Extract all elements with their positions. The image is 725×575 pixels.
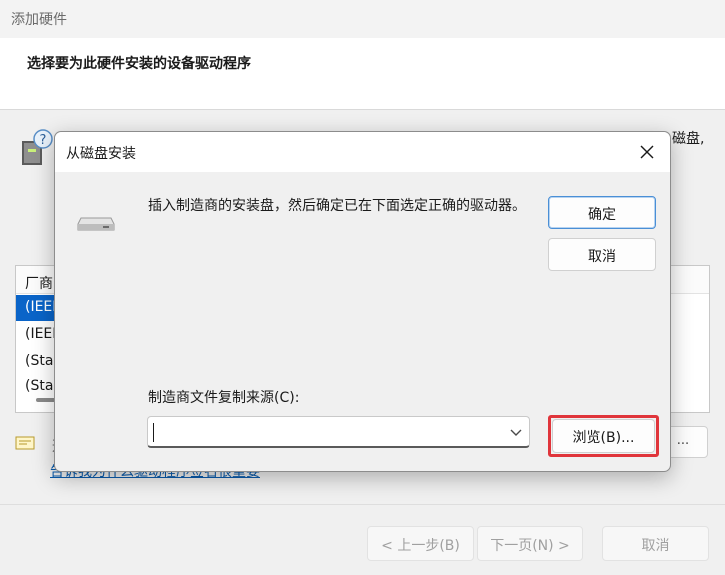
disk-drive-icon [77,217,115,231]
close-icon[interactable] [638,143,656,161]
back-button[interactable]: < 上一步(B) [367,526,474,561]
dialog-message: 插入制造商的安装盘，然后确定已在下面选定正确的驱动器。 [148,198,526,214]
source-path-input[interactable] [152,419,502,445]
driver-signed-icon [15,436,35,450]
wizard-cancel-button[interactable]: 取消 [602,526,709,561]
wizard-description-fragment: 磁盘, [672,131,705,147]
wizard-header: 选择要为此硬件安装的设备驱动程序 [0,38,725,110]
wizard-title: 添加硬件 [11,12,67,28]
svg-text:?: ? [40,133,47,148]
next-button[interactable]: 下一页(N) > [477,526,583,561]
install-from-disk-dialog: 从磁盘安装 插入制造商的安装盘，然后确定已在下面选定正确的驱动器。 确定 取消 … [54,131,671,472]
column-header-manufacturer: 厂商 [25,276,53,292]
cancel-button[interactable]: 取消 [548,238,656,271]
hardware-help-icon: ? [22,129,53,165]
browse-highlight-box [548,415,659,457]
source-label: 制造商文件复制来源(C): [148,390,300,406]
dialog-title: 从磁盘安装 [66,146,136,162]
ok-button[interactable]: 确定 [548,196,656,229]
chevron-down-icon[interactable] [509,426,523,438]
source-path-combobox[interactable] [147,416,530,448]
page-title: 选择要为此硬件安装的设备驱动程序 [27,56,251,72]
wizard-titlebar: 添加硬件 [0,0,725,38]
dialog-titlebar: 从磁盘安装 [55,132,670,172]
